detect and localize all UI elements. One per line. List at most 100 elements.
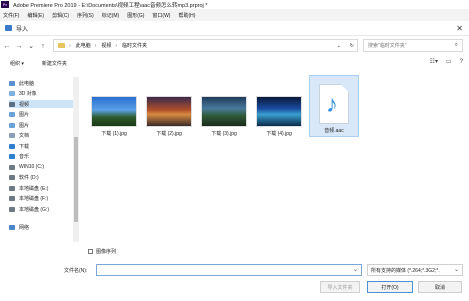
navigation-pane: 此电脑 3D 对象 视频 图片 图片 文档 下载 音乐 WIN10 (C:) 软件 (D:) 本地磁…: [0, 73, 80, 248]
sidebar-item-label: 本地磁盘 (E:): [19, 185, 49, 192]
import-dialog-title-bar: 导入 ✕: [0, 21, 469, 36]
sidebar-item-label: 此电脑: [19, 80, 35, 87]
menu-help[interactable]: 帮助(H): [178, 12, 195, 19]
file-type-value: 所有支持的媒体 (*.264;*.3G2;*.: [371, 267, 440, 274]
sidebar-item-label: 软件 (D:): [19, 175, 39, 181]
chevron-down-icon[interactable]: ⌄: [353, 266, 358, 273]
search-icon: ⌕: [454, 42, 458, 48]
file-item[interactable]: 下载 (4).jpg: [254, 75, 304, 137]
file-type-select[interactable]: 所有支持的媒体 (*.264;*.3G2;*. ⌄: [367, 264, 463, 276]
sidebar-scrollbar[interactable]: [73, 77, 79, 242]
sidebar-item[interactable]: 网络: [9, 223, 73, 231]
organize-button[interactable]: 组织 ▾: [10, 60, 24, 67]
close-icon[interactable]: ✕: [456, 24, 463, 33]
premiere-logo-icon: Pr: [1, 1, 9, 8]
sidebar-item[interactable]: 视频: [9, 100, 73, 108]
image-thumbnail: [146, 96, 192, 127]
image-sequence-checkbox[interactable]: 图像序列: [88, 248, 116, 255]
sidebar-item-label: 下载: [19, 143, 30, 150]
file-name: 下载 (2).jpg: [156, 131, 182, 137]
sidebar-item-label: 音乐: [19, 154, 30, 160]
sidebar-item[interactable]: 图片: [9, 111, 73, 119]
drive-icon: [9, 164, 15, 170]
checkbox-box[interactable]: [88, 249, 93, 254]
sidebar-item[interactable]: 图片: [9, 121, 73, 129]
document-icon: [9, 133, 15, 138]
dialog-footer: 图像序列 文件名(N): ⌄ 所有支持的媒体 (*.264;*.3G2;*. ⌄…: [0, 248, 469, 301]
sidebar-item[interactable]: 文档: [9, 132, 73, 140]
music-note-icon: ♪: [326, 91, 338, 118]
sidebar-item[interactable]: 本地磁盘 (G:): [9, 205, 73, 213]
address-bar[interactable]: › 此电脑 › 视频 › 临时文件夹 ⌄ ↻: [53, 39, 358, 52]
sidebar-item[interactable]: 下载: [9, 142, 73, 150]
sidebar-item[interactable]: WIN10 (C:): [9, 163, 73, 171]
sidebar-item[interactable]: 本地磁盘 (F:): [9, 195, 73, 203]
sidebar-scroll-thumb[interactable]: [74, 137, 78, 222]
drive-icon: [9, 185, 15, 191]
sidebar-item-label: 网络: [19, 224, 30, 231]
view-options-icon[interactable]: ☷▾: [430, 58, 438, 65]
file-item[interactable]: 下载 (1).jpg: [89, 75, 139, 137]
chevron-down-icon[interactable]: ⌄: [454, 266, 459, 273]
file-name: 下载 (3).jpg: [211, 131, 237, 137]
sidebar-item-label: 图片: [19, 122, 30, 129]
video-icon: [9, 101, 15, 107]
menu-window[interactable]: 窗口(W): [152, 12, 170, 19]
computer-icon: [9, 80, 15, 86]
sidebar-item[interactable]: 本地磁盘 (E:): [9, 184, 73, 192]
menu-marker[interactable]: 标记(M): [102, 12, 120, 19]
sidebar-item-label: 本地磁盘 (G:): [19, 206, 49, 213]
image-sequence-label: 图像序列: [96, 249, 117, 255]
preview-pane-icon[interactable]: ▭: [446, 58, 452, 65]
menu-file[interactable]: 文件(F): [3, 12, 19, 19]
drive-icon: [9, 206, 15, 212]
menu-sequence[interactable]: 序列(S): [77, 12, 94, 19]
menu-clip[interactable]: 剪辑(C): [52, 12, 69, 19]
command-bar: 组织 ▾ 新建文件夹 ☷▾ ▭ ?: [0, 56, 469, 71]
sidebar-item[interactable]: 音乐: [9, 153, 73, 161]
refresh-icon[interactable]: ↻: [350, 43, 354, 49]
sidebar-item-label: 视频: [19, 101, 30, 108]
import-icon: [5, 25, 12, 31]
file-item[interactable]: 下载 (3).jpg: [199, 75, 249, 137]
picture-icon: [9, 122, 15, 128]
dialog-title: 导入: [16, 26, 29, 33]
sidebar-item[interactable]: 此电脑: [9, 79, 73, 87]
breadcrumb-temp-folder[interactable]: 临时文件夹: [122, 42, 147, 49]
cancel-button[interactable]: 取消: [418, 281, 462, 293]
help-icon[interactable]: ?: [460, 59, 463, 65]
sidebar-item[interactable]: 软件 (D:): [9, 174, 73, 182]
back-arrow-icon[interactable]: ←: [2, 41, 12, 51]
menu-graphics[interactable]: 图形(G): [127, 12, 144, 19]
import-folder-button[interactable]: 导入文件夹: [320, 281, 360, 293]
search-input[interactable]: 搜索"临时文件夹" ⌕: [363, 39, 463, 52]
music-icon: [9, 154, 15, 159]
sidebar-item[interactable]: 3D 对象: [9, 90, 73, 98]
sidebar-item-label: 图片: [19, 112, 30, 118]
recent-locations-icon[interactable]: ⌄: [26, 41, 36, 51]
image-thumbnail: [256, 96, 302, 127]
breadcrumb-videos[interactable]: 视频: [101, 42, 111, 49]
drive-icon: [9, 175, 15, 180]
menu-edit[interactable]: 编辑(E): [27, 12, 44, 19]
filename-label: 文件名(N):: [64, 268, 88, 274]
sidebar-item-label: 3D 对象: [19, 91, 37, 97]
file-list: 下载 (1).jpg 下载 (2).jpg 下载 (3).jpg 下载 (4).jpg…: [80, 73, 469, 248]
image-thumbnail: [201, 96, 247, 127]
search-placeholder: 搜索"临时文件夹": [368, 43, 407, 49]
open-button[interactable]: 打开(O): [367, 281, 413, 293]
forward-arrow-icon[interactable]: →: [14, 41, 24, 51]
chevron-down-icon[interactable]: ⌄: [337, 43, 341, 49]
file-item[interactable]: ♪ 音频.aac: [309, 75, 359, 137]
up-arrow-icon[interactable]: ↑: [38, 41, 48, 51]
filename-input[interactable]: ⌄: [96, 264, 362, 276]
new-folder-button[interactable]: 新建文件夹: [42, 60, 67, 67]
network-icon: [9, 224, 15, 230]
file-name: 下载 (4).jpg: [266, 131, 292, 137]
app-menu-bar: 文件(F) 编辑(E) 剪辑(C) 序列(S) 标记(M) 图形(G) 窗口(W…: [0, 9, 469, 21]
drive-icon: [9, 196, 15, 201]
breadcrumb-this-pc[interactable]: 此电脑: [76, 42, 91, 49]
file-item[interactable]: 下载 (2).jpg: [144, 75, 194, 137]
navigation-bar: ← → ⌄ ↑ › 此电脑 › 视频 › 临时文件夹 ⌄ ↻ 搜索"临时文件夹"…: [0, 36, 469, 56]
file-name: 音频.aac: [324, 128, 344, 134]
